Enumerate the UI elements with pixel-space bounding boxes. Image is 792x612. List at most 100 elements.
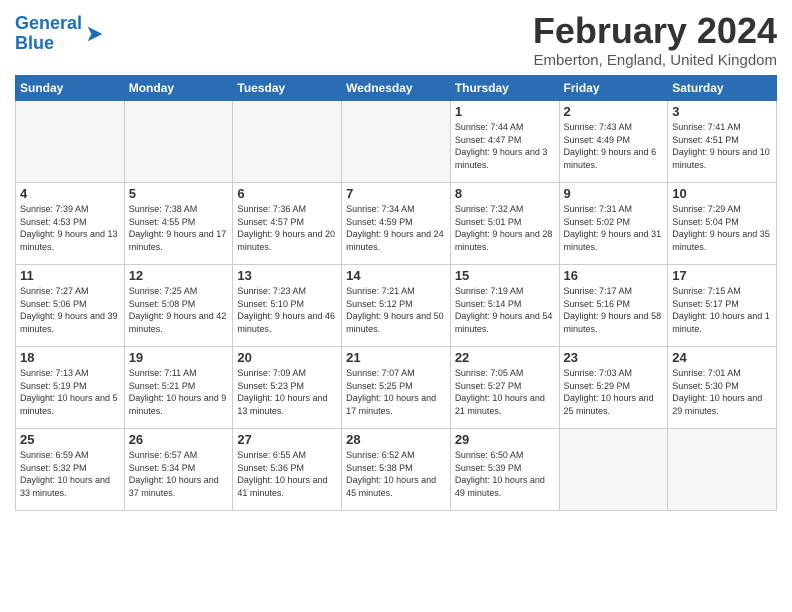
location-text: Emberton, England, United Kingdom	[533, 52, 777, 69]
month-title: February 2024	[533, 10, 777, 52]
day-info: Sunrise: 7:17 AMSunset: 5:16 PMDaylight:…	[564, 285, 664, 335]
calendar-cell	[233, 101, 342, 183]
day-number: 18	[20, 350, 120, 365]
calendar-cell: 3Sunrise: 7:41 AMSunset: 4:51 PMDaylight…	[668, 101, 777, 183]
calendar-cell: 9Sunrise: 7:31 AMSunset: 5:02 PMDaylight…	[559, 183, 668, 265]
calendar-cell: 10Sunrise: 7:29 AMSunset: 5:04 PMDayligh…	[668, 183, 777, 265]
day-number: 3	[672, 104, 772, 119]
day-number: 23	[564, 350, 664, 365]
day-info: Sunrise: 7:07 AMSunset: 5:25 PMDaylight:…	[346, 367, 446, 417]
calendar-cell	[559, 429, 668, 511]
day-info: Sunrise: 6:55 AMSunset: 5:36 PMDaylight:…	[237, 449, 337, 499]
calendar-cell: 29 Sunrise: 6:50 AMSunset: 5:39 PMDayligh…	[450, 429, 559, 511]
calendar-week-row: 25 Sunrise: 6:59 AMSunset: 5:32 PMDayligh…	[16, 429, 777, 511]
logo-text: General	[15, 14, 82, 34]
day-info: Sunrise: 6:50 AMSunset: 5:39 PMDaylight:…	[455, 449, 555, 499]
day-info: Sunrise: 7:01 AMSunset: 5:30 PMDaylight:…	[672, 367, 772, 417]
logo: General Blue	[15, 14, 106, 54]
calendar-week-row: 11Sunrise: 7:27 AMSunset: 5:06 PMDayligh…	[16, 265, 777, 347]
day-number: 12	[129, 268, 229, 283]
calendar-cell: 23 Sunrise: 7:03 AMSunset: 5:29 PMDayligh…	[559, 347, 668, 429]
calendar-cell: 12 Sunrise: 7:25 AMSunset: 5:08 PMDayligh…	[124, 265, 233, 347]
day-info: Sunrise: 7:09 AMSunset: 5:23 PMDaylight:…	[237, 367, 337, 417]
day-number: 2	[564, 104, 664, 119]
day-info: Sunrise: 7:25 AMSunset: 5:08 PMDaylight:…	[129, 285, 229, 335]
calendar-week-row: 18 Sunrise: 7:13 AMSunset: 5:19 PMDayligh…	[16, 347, 777, 429]
day-info: Sunrise: 7:21 AMSunset: 5:12 PMDaylight:…	[346, 285, 446, 335]
day-number: 19	[129, 350, 229, 365]
weekday-header: Thursday	[450, 76, 559, 101]
day-number: 5	[129, 186, 229, 201]
day-info: Sunrise: 7:36 AMSunset: 4:57 PMDaylight:…	[237, 203, 337, 253]
weekday-header: Tuesday	[233, 76, 342, 101]
day-info: Sunrise: 6:59 AMSunset: 5:32 PMDaylight:…	[20, 449, 120, 499]
calendar-cell: 19 Sunrise: 7:11 AMSunset: 5:21 PMDayligh…	[124, 347, 233, 429]
calendar-cell	[124, 101, 233, 183]
day-info: Sunrise: 7:44 AMSunset: 4:47 PMDaylight:…	[455, 121, 555, 171]
calendar-week-row: 1Sunrise: 7:44 AMSunset: 4:47 PMDaylight…	[16, 101, 777, 183]
weekday-header: Saturday	[668, 76, 777, 101]
calendar-cell: 24 Sunrise: 7:01 AMSunset: 5:30 PMDayligh…	[668, 347, 777, 429]
calendar-table: SundayMondayTuesdayWednesdayThursdayFrid…	[15, 75, 777, 511]
day-number: 16	[564, 268, 664, 283]
day-info: Sunrise: 7:05 AMSunset: 5:27 PMDaylight:…	[455, 367, 555, 417]
day-number: 15	[455, 268, 555, 283]
day-number: 26	[129, 432, 229, 447]
calendar-cell: 20 Sunrise: 7:09 AMSunset: 5:23 PMDayligh…	[233, 347, 342, 429]
weekday-header: Sunday	[16, 76, 125, 101]
day-number: 21	[346, 350, 446, 365]
calendar-cell: 13Sunrise: 7:23 AMSunset: 5:10 PMDayligh…	[233, 265, 342, 347]
weekday-header: Monday	[124, 76, 233, 101]
day-number: 25	[20, 432, 120, 447]
calendar-cell: 27 Sunrise: 6:55 AMSunset: 5:36 PMDayligh…	[233, 429, 342, 511]
day-number: 8	[455, 186, 555, 201]
calendar-header-row: SundayMondayTuesdayWednesdayThursdayFrid…	[16, 76, 777, 101]
day-info: Sunrise: 7:13 AMSunset: 5:19 PMDaylight:…	[20, 367, 120, 417]
day-info: Sunrise: 6:57 AMSunset: 5:34 PMDaylight:…	[129, 449, 229, 499]
calendar-cell: 21 Sunrise: 7:07 AMSunset: 5:25 PMDayligh…	[342, 347, 451, 429]
day-number: 6	[237, 186, 337, 201]
day-number: 20	[237, 350, 337, 365]
day-info: Sunrise: 6:52 AMSunset: 5:38 PMDaylight:…	[346, 449, 446, 499]
day-number: 28	[346, 432, 446, 447]
day-number: 13	[237, 268, 337, 283]
calendar-cell: 2Sunrise: 7:43 AMSunset: 4:49 PMDaylight…	[559, 101, 668, 183]
day-info: Sunrise: 7:19 AMSunset: 5:14 PMDaylight:…	[455, 285, 555, 335]
calendar-cell: 11Sunrise: 7:27 AMSunset: 5:06 PMDayligh…	[16, 265, 125, 347]
calendar-cell: 7Sunrise: 7:34 AMSunset: 4:59 PMDaylight…	[342, 183, 451, 265]
day-number: 10	[672, 186, 772, 201]
day-info: Sunrise: 7:31 AMSunset: 5:02 PMDaylight:…	[564, 203, 664, 253]
calendar-cell	[668, 429, 777, 511]
day-number: 29	[455, 432, 555, 447]
calendar-cell: 1Sunrise: 7:44 AMSunset: 4:47 PMDaylight…	[450, 101, 559, 183]
calendar-cell: 8 Sunrise: 7:32 AMSunset: 5:01 PMDaylight…	[450, 183, 559, 265]
calendar-cell: 15 Sunrise: 7:19 AMSunset: 5:14 PMDayligh…	[450, 265, 559, 347]
calendar-cell: 6 Sunrise: 7:36 AMSunset: 4:57 PMDaylight…	[233, 183, 342, 265]
day-number: 17	[672, 268, 772, 283]
day-info: Sunrise: 7:34 AMSunset: 4:59 PMDaylight:…	[346, 203, 446, 253]
day-info: Sunrise: 7:32 AMSunset: 5:01 PMDaylight:…	[455, 203, 555, 253]
calendar-cell	[16, 101, 125, 183]
calendar-cell: 17 Sunrise: 7:15 AMSunset: 5:17 PMDayligh…	[668, 265, 777, 347]
day-info: Sunrise: 7:15 AMSunset: 5:17 PMDaylight:…	[672, 285, 772, 335]
calendar-cell: 14Sunrise: 7:21 AMSunset: 5:12 PMDayligh…	[342, 265, 451, 347]
day-number: 27	[237, 432, 337, 447]
page-header: General Blue February 2024 Emberton, Eng…	[15, 10, 777, 69]
day-number: 22	[455, 350, 555, 365]
day-number: 11	[20, 268, 120, 283]
day-info: Sunrise: 7:03 AMSunset: 5:29 PMDaylight:…	[564, 367, 664, 417]
calendar-cell: 16 Sunrise: 7:17 AMSunset: 5:16 PMDayligh…	[559, 265, 668, 347]
calendar-cell: 4 Sunrise: 7:39 AMSunset: 4:53 PMDaylight…	[16, 183, 125, 265]
weekday-header: Friday	[559, 76, 668, 101]
calendar-cell: 26 Sunrise: 6:57 AMSunset: 5:34 PMDayligh…	[124, 429, 233, 511]
calendar-week-row: 4 Sunrise: 7:39 AMSunset: 4:53 PMDaylight…	[16, 183, 777, 265]
day-info: Sunrise: 7:39 AMSunset: 4:53 PMDaylight:…	[20, 203, 120, 253]
title-block: February 2024 Emberton, England, United …	[533, 10, 777, 69]
day-number: 24	[672, 350, 772, 365]
calendar-cell: 5Sunrise: 7:38 AMSunset: 4:55 PMDaylight…	[124, 183, 233, 265]
logo-arrow-icon	[84, 23, 106, 45]
day-number: 4	[20, 186, 120, 201]
day-info: Sunrise: 7:11 AMSunset: 5:21 PMDaylight:…	[129, 367, 229, 417]
calendar-cell: 28 Sunrise: 6:52 AMSunset: 5:38 PMDayligh…	[342, 429, 451, 511]
weekday-header: Wednesday	[342, 76, 451, 101]
